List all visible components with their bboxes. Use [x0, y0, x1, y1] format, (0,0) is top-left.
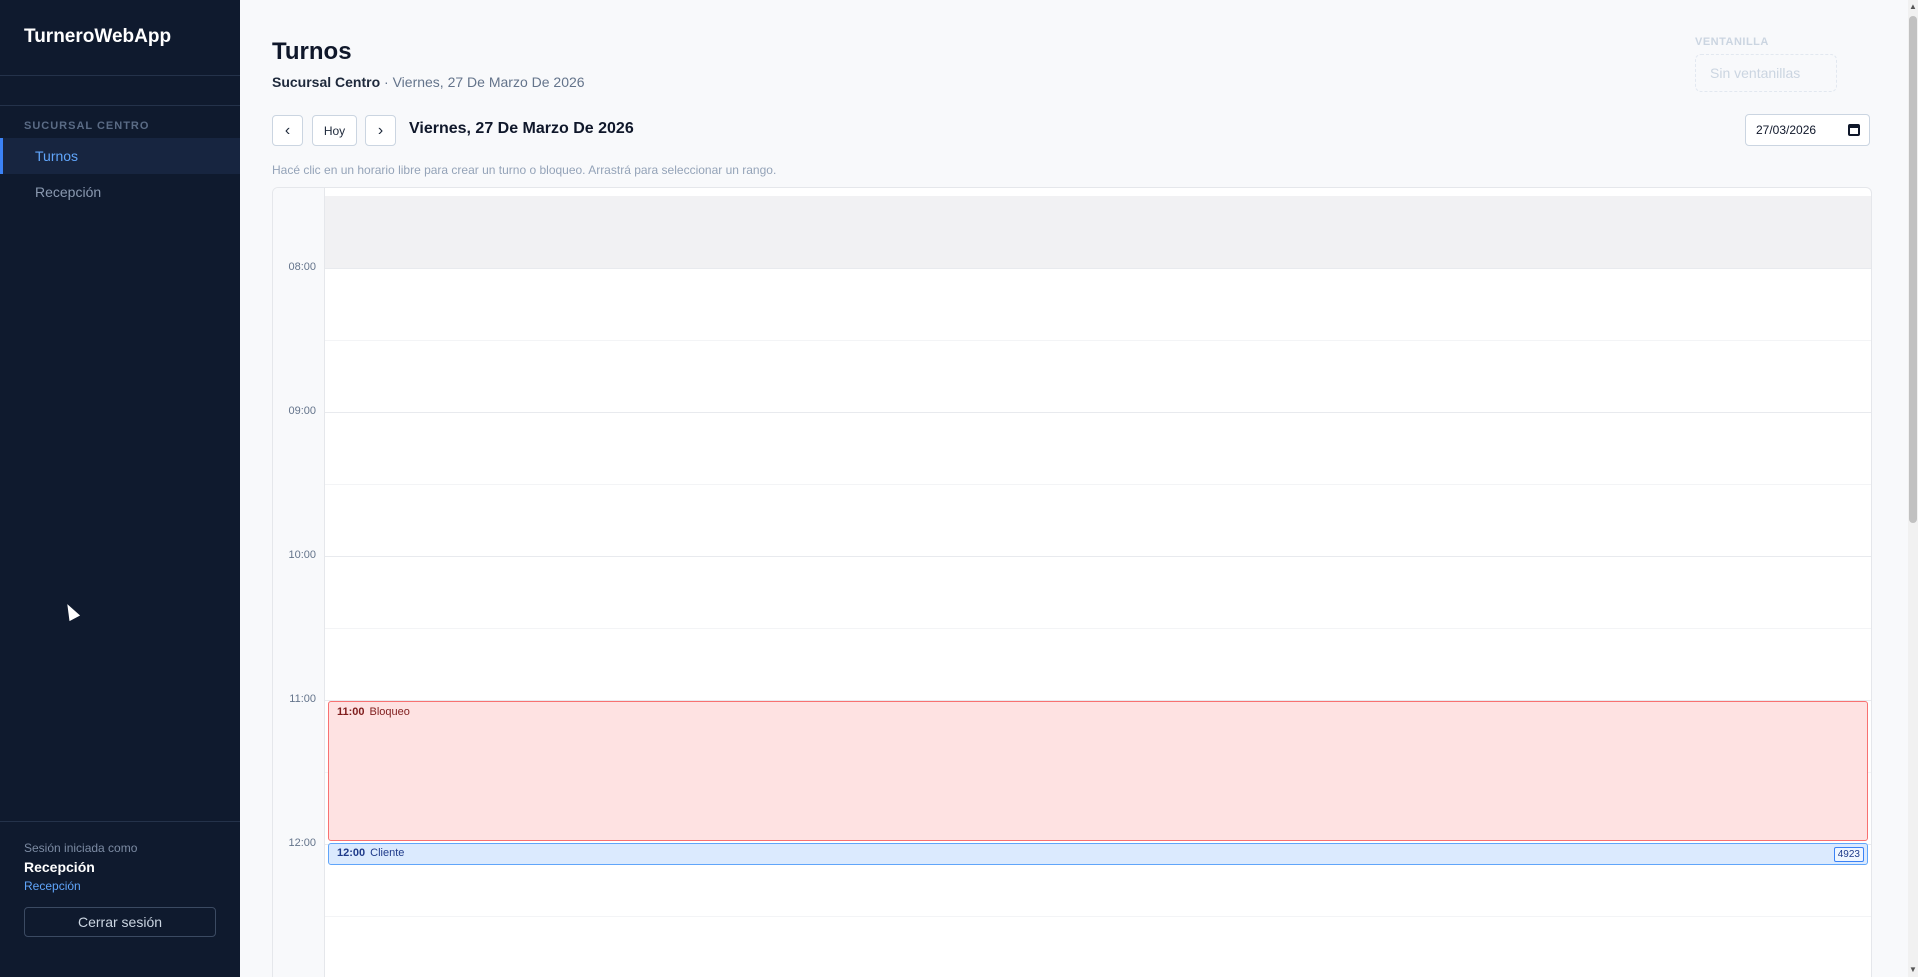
hour-line: [325, 268, 1871, 269]
date-picker-input[interactable]: 27/03/2026: [1745, 114, 1870, 146]
prev-day-button[interactable]: ‹: [272, 115, 303, 146]
sidebar-divider: [0, 821, 240, 822]
calendar-hint: Hacé clic en un horario libre para crear…: [272, 163, 777, 177]
hour-line: [325, 556, 1871, 557]
event-time: 11:00: [337, 706, 365, 718]
sidebar: TurneroWebApp SUCURSAL CENTRO Turnos Rec…: [0, 0, 240, 977]
time-label: 10:00: [288, 549, 316, 561]
half-hour-line: [325, 628, 1871, 629]
page-subtitle: Sucursal Centro · Viernes, 27 De Marzo D…: [272, 74, 585, 90]
session-user: Recepción: [24, 859, 95, 875]
half-hour-line: [325, 916, 1871, 917]
time-label: 09:00: [288, 405, 316, 417]
next-day-button[interactable]: ›: [365, 115, 396, 146]
half-hour-line: [325, 484, 1871, 485]
logout-button[interactable]: Cerrar sesión: [24, 907, 216, 937]
branch-name: Sucursal Centro: [272, 74, 381, 90]
sidebar-item-turnos[interactable]: Turnos: [0, 138, 240, 174]
ventanilla-select[interactable]: Sin ventanillas: [1695, 54, 1837, 92]
event-cliente[interactable]: 12:00 Cliente 4923: [328, 843, 1868, 865]
session-role: Recepción: [24, 879, 81, 893]
sidebar-item-label: Recepción: [35, 184, 102, 200]
page-title: Turnos: [272, 38, 352, 65]
day-calendar: 08:00 09:00 10:00 11:00 12:00 11:00 Bloqu…: [272, 187, 1872, 977]
half-hour-line: [325, 340, 1871, 341]
calendar-icon[interactable]: [1848, 124, 1860, 136]
event-time: 12:00: [337, 847, 366, 859]
date-heading: Viernes, 27 De Marzo De 2026: [409, 120, 634, 137]
event-badge: 4923: [1833, 847, 1864, 862]
event-label: Cliente: [370, 847, 405, 859]
hour-line: [325, 412, 1871, 413]
subtitle-separator: ·: [380, 74, 393, 90]
today-button[interactable]: Hoy: [312, 115, 357, 146]
sidebar-divider: [0, 75, 240, 76]
scroll-down-arrow-icon[interactable]: ▼: [1908, 963, 1918, 977]
sidebar-section-label: SUCURSAL CENTRO: [24, 120, 150, 132]
calendar-grid[interactable]: 11:00 Bloqueo 12:00 Cliente 4923: [325, 196, 1871, 977]
ventanilla-label: VENTANILLA: [1695, 36, 1769, 48]
time-label: 08:00: [288, 261, 316, 273]
scroll-up-arrow-icon[interactable]: ▲: [1908, 0, 1918, 14]
main-content: Turnos Sucursal Centro · Viernes, 27 De …: [240, 0, 1908, 977]
sidebar-divider: [0, 105, 240, 106]
session-label: Sesión iniciada como: [24, 841, 138, 855]
sidebar-item-recepcion[interactable]: Recepción: [0, 174, 240, 210]
scroll-thumb[interactable]: [1909, 16, 1917, 523]
time-column: 08:00 09:00 10:00 11:00 12:00: [273, 188, 325, 977]
event-label: Bloqueo: [369, 706, 410, 718]
sidebar-item-label: Turnos: [35, 148, 79, 164]
closed-hours-area: [325, 196, 1871, 268]
subtitle-date: Viernes, 27 De Marzo De 2026: [392, 74, 585, 90]
date-picker-value: 27/03/2026: [1756, 123, 1817, 137]
event-bloqueo[interactable]: 11:00 Bloqueo: [328, 701, 1868, 841]
time-label: 12:00: [288, 837, 316, 849]
time-label: 11:00: [289, 693, 316, 705]
app-brand[interactable]: TurneroWebApp: [24, 26, 171, 48]
page-scrollbar[interactable]: ▲ ▼: [1908, 0, 1918, 977]
